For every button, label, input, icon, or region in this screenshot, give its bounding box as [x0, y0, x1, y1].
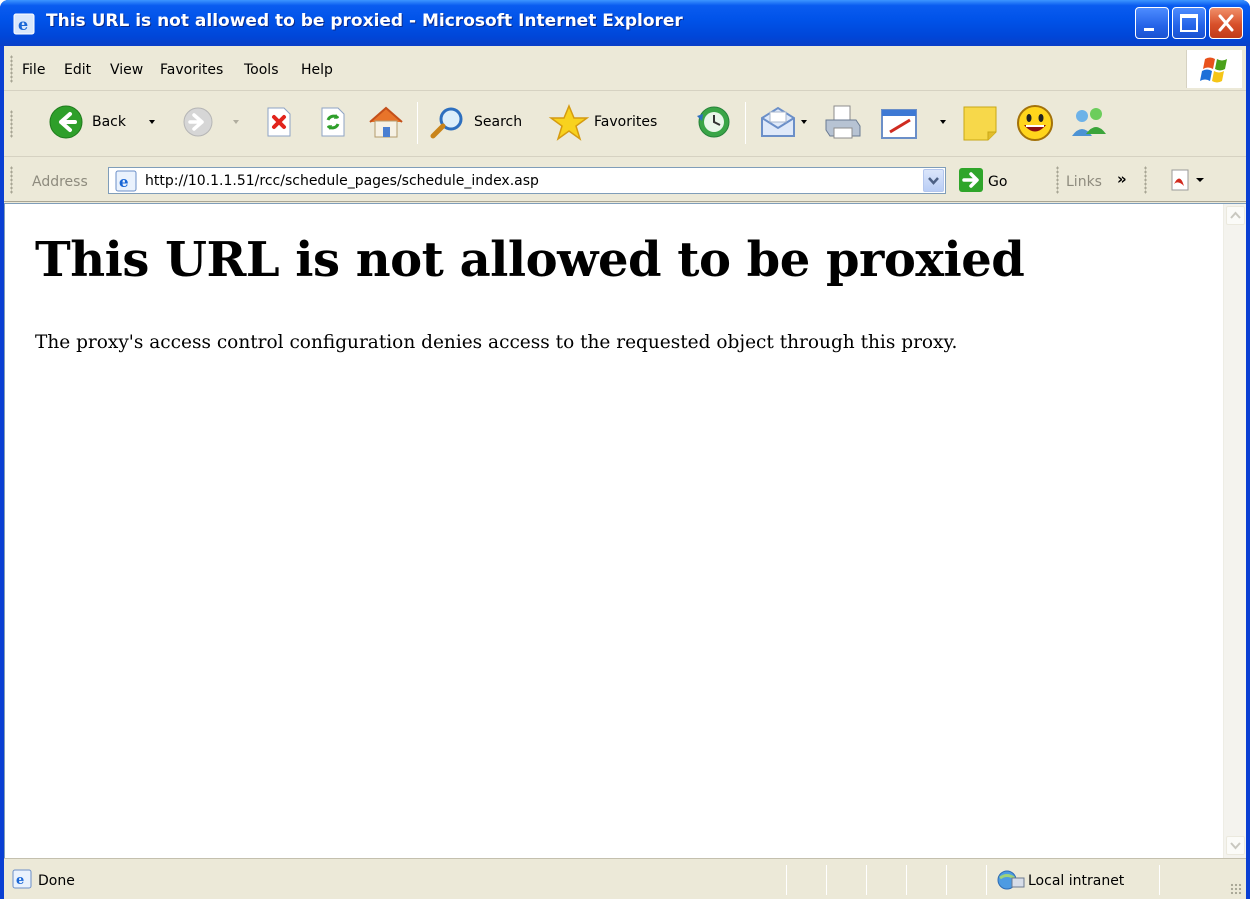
close-button[interactable]: [1209, 7, 1243, 39]
address-bar: Address e http://10.1.1.51/rcc/schedule_…: [4, 158, 1246, 202]
svg-text:e: e: [18, 15, 28, 34]
page-done-icon: e: [12, 869, 32, 889]
maximize-button[interactable]: [1172, 7, 1206, 39]
history-icon[interactable]: [694, 104, 732, 140]
menu-file[interactable]: File: [22, 62, 45, 78]
status-separator: [946, 865, 947, 895]
go-arrow-icon[interactable]: [959, 168, 983, 192]
status-separator: [1159, 865, 1160, 895]
back-dropdown-icon[interactable]: [149, 120, 155, 124]
home-icon[interactable]: [366, 104, 406, 140]
resize-grip-icon[interactable]: [1230, 883, 1242, 895]
menu-tools[interactable]: Tools: [244, 62, 279, 78]
links-label[interactable]: Links: [1066, 174, 1102, 190]
edit-dropdown-icon[interactable]: [940, 120, 946, 124]
address-dropdown-icon[interactable]: [923, 169, 944, 192]
pdf-addon-icon[interactable]: [1170, 168, 1210, 196]
minimize-button[interactable]: [1135, 7, 1169, 39]
scroll-up-icon[interactable]: [1226, 206, 1245, 225]
toolbar-separator: [745, 102, 746, 144]
messenger-contacts-icon[interactable]: [1068, 104, 1112, 140]
toolbar-separator: [417, 102, 418, 144]
mail-icon[interactable]: [758, 104, 798, 140]
menu-favorites[interactable]: Favorites: [160, 62, 223, 78]
address-label: Address: [32, 174, 88, 190]
status-separator: [986, 865, 987, 895]
menu-bar: File Edit View Favorites Tools Help: [4, 46, 1246, 91]
menu-edit[interactable]: Edit: [64, 62, 91, 78]
edit-icon[interactable]: [880, 104, 922, 140]
favorites-button[interactable]: Favorites: [594, 114, 657, 130]
address-url: http://10.1.1.51/rcc/schedule_pages/sche…: [145, 173, 539, 189]
standard-toolbar: Back Search Favorites: [4, 92, 1246, 157]
favorites-star-icon[interactable]: [548, 104, 590, 141]
windows-logo-icon: [1186, 50, 1242, 88]
messenger-smiley-icon[interactable]: [1015, 104, 1055, 141]
page-icon: e: [115, 170, 137, 196]
forward-dropdown-icon[interactable]: [233, 120, 239, 124]
toolbar-grip-icon[interactable]: [10, 110, 13, 138]
links-grip-icon[interactable]: [1056, 166, 1059, 194]
status-separator: [866, 865, 867, 895]
browser-window: e This URL is not allowed to be proxied …: [0, 0, 1250, 899]
page-viewport[interactable]: This URL is not allowed to be proxied Th…: [4, 203, 1246, 859]
go-button[interactable]: Go: [988, 174, 1007, 190]
forward-arrow-icon[interactable]: [182, 106, 214, 142]
links-chevron-icon[interactable]: »: [1117, 170, 1127, 188]
menu-help[interactable]: Help: [301, 62, 333, 78]
svg-text:e: e: [16, 873, 24, 888]
search-button[interactable]: Search: [474, 114, 522, 130]
status-separator: [786, 865, 787, 895]
error-message: The proxy's access control configuration…: [35, 332, 958, 353]
menu-grip-icon[interactable]: [10, 55, 13, 83]
status-text: Done: [38, 873, 75, 889]
notes-icon[interactable]: [961, 104, 999, 141]
mail-dropdown-icon[interactable]: [801, 120, 807, 124]
title-bar[interactable]: e This URL is not allowed to be proxied …: [0, 0, 1250, 46]
window-title: This URL is not allowed to be proxied - …: [46, 11, 683, 31]
address-input[interactable]: e http://10.1.1.51/rcc/schedule_pages/sc…: [108, 167, 946, 194]
scroll-down-icon[interactable]: [1226, 836, 1245, 855]
svg-text:e: e: [119, 173, 129, 191]
page-heading: This URL is not allowed to be proxied: [35, 232, 1025, 288]
address-grip-icon[interactable]: [10, 166, 13, 194]
vertical-scrollbar[interactable]: [1223, 204, 1246, 859]
ie-logo-icon: e: [12, 12, 38, 36]
search-icon[interactable]: [428, 104, 468, 140]
back-arrow-icon[interactable]: [48, 104, 84, 140]
menu-view[interactable]: View: [110, 62, 143, 78]
print-icon[interactable]: [822, 104, 864, 140]
stop-icon[interactable]: [262, 104, 296, 140]
local-intranet-icon: [996, 869, 1026, 891]
back-button[interactable]: Back: [92, 114, 126, 130]
browser-chrome: File Edit View Favorites Tools Help Back…: [4, 46, 1246, 899]
status-bar: e Done Local intranet: [4, 858, 1246, 899]
refresh-icon[interactable]: [316, 104, 350, 140]
security-zone: Local intranet: [1028, 873, 1125, 889]
addon-grip-icon[interactable]: [1144, 166, 1147, 194]
status-separator: [906, 865, 907, 895]
status-separator: [826, 865, 827, 895]
